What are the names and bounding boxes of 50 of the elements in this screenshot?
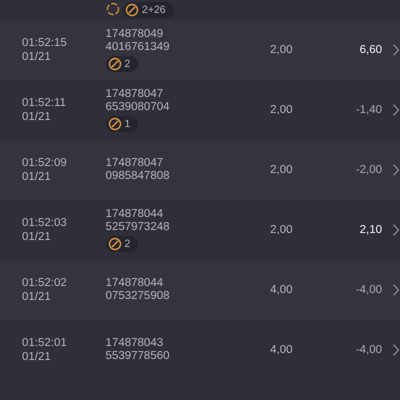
date-text: 01/21 bbox=[22, 230, 52, 244]
id-text: 174878047 bbox=[106, 157, 164, 170]
date-text: 01/21 bbox=[22, 350, 52, 364]
time-text: 01:52:02 bbox=[22, 276, 68, 290]
time-text: 01:52:09 bbox=[22, 156, 68, 170]
stake-amount: 2,00 bbox=[269, 44, 293, 56]
spinner-icon bbox=[106, 2, 120, 16]
date-text: 01/21 bbox=[22, 50, 52, 64]
chevron-right-icon[interactable] bbox=[392, 223, 400, 237]
result-amount: 6,60 bbox=[358, 44, 382, 56]
result-amount: -4,00 bbox=[354, 344, 382, 356]
id-text: 5257973248 bbox=[106, 221, 170, 234]
id-text: 174878044 bbox=[106, 277, 164, 290]
id-text: 174878044 bbox=[106, 208, 164, 221]
id-text: 6539080704 bbox=[106, 101, 170, 114]
id-text: 5539778560 bbox=[106, 350, 170, 363]
chevron-right-icon[interactable] bbox=[392, 343, 400, 357]
chevron-right-icon[interactable] bbox=[392, 163, 400, 177]
result-amount: -1,40 bbox=[354, 104, 382, 116]
chevron-right-icon[interactable] bbox=[392, 103, 400, 117]
id-text: 0985847808 bbox=[106, 170, 170, 183]
result-amount: 2,10 bbox=[358, 224, 382, 236]
stake-amount: 2,00 bbox=[269, 224, 293, 236]
id-text: 0753275908 bbox=[106, 290, 170, 303]
chevron-right-icon[interactable] bbox=[392, 43, 400, 57]
stake-amount: 2,00 bbox=[269, 104, 293, 116]
time-text: 01:52:03 bbox=[22, 216, 68, 230]
id-text: 4016761349 bbox=[106, 41, 170, 54]
count-badge: 2+26 bbox=[123, 2, 174, 18]
date-text: 01/21 bbox=[22, 290, 52, 304]
count-badge: 2 bbox=[106, 236, 138, 252]
date-text: 01/21 bbox=[22, 110, 52, 124]
stake-amount: 4,00 bbox=[269, 284, 293, 296]
result-amount: -4,00 bbox=[354, 284, 382, 296]
stake-amount: 4,00 bbox=[269, 344, 293, 356]
list-row[interactable]: 01:52:15 01/21 174878049 4016761349 2 2,00 6,60 bbox=[0, 20, 400, 80]
time-text: 01:52:15 bbox=[22, 36, 68, 50]
result-amount: -2,00 bbox=[354, 164, 382, 176]
count-badge: 2 bbox=[106, 56, 138, 72]
time-text: 01:52:01 bbox=[22, 336, 68, 350]
count-badge: 1 bbox=[106, 116, 138, 132]
stake-amount: 2,00 bbox=[269, 164, 293, 176]
list-row[interactable]: 01:52:02 01/21 174878044 0753275908 4,00 -4,00 bbox=[0, 260, 400, 320]
date-text: 01/21 bbox=[22, 170, 52, 184]
list-row[interactable]: 01:52:09 01/21 174878047 0985847808 2,00 -2,00 bbox=[0, 140, 400, 200]
time-text: 01:52:11 bbox=[22, 96, 67, 110]
id-text: 174878049 bbox=[106, 28, 164, 41]
id-text: 174878047 bbox=[106, 88, 164, 101]
id-text: 174878043 bbox=[106, 337, 164, 350]
chevron-right-icon[interactable] bbox=[392, 283, 400, 297]
